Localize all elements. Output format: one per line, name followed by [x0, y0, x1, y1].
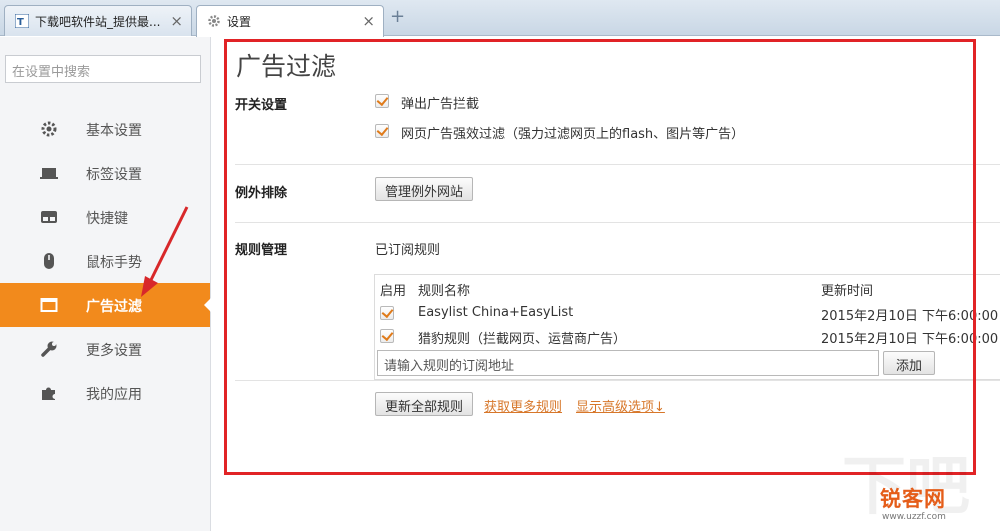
settings-sidebar: 在设置中搜索 基本设置 标签设置 快捷键 鼠标手势 广告过滤 更多设置 我的应用: [0, 37, 211, 531]
tab-site[interactable]: T 下载吧软件站_提供最... ×: [4, 5, 192, 36]
sidebar-item-label: 更多设置: [86, 343, 142, 359]
sidebar-item-label: 广告过滤: [86, 299, 142, 315]
new-tab-button[interactable]: +: [390, 6, 405, 27]
tab-settings[interactable]: 设置 ×: [196, 5, 384, 37]
tab-title: 下载吧软件站_提供最...: [35, 15, 161, 29]
watermark-logo: 锐客网 www.uzzf.com: [876, 483, 994, 527]
tab-strip: T 下载吧软件站_提供最... × 设置 × +: [0, 0, 1000, 37]
puzzle-icon: [42, 387, 55, 400]
wrench-icon: [41, 341, 57, 357]
sidebar-item-label: 标签设置: [86, 167, 142, 183]
watermark-text: 锐客网: [880, 487, 946, 511]
window-icon: [40, 298, 58, 312]
mouse-icon: [44, 253, 54, 269]
sidebar-item-mouse-gestures[interactable]: 鼠标手势: [0, 239, 210, 283]
sidebar-item-label: 基本设置: [86, 123, 142, 139]
close-icon[interactable]: ×: [170, 12, 183, 30]
svg-text:T: T: [17, 17, 24, 28]
tab-icon: [40, 168, 58, 179]
gear-icon: [208, 15, 220, 27]
sidebar-item-my-apps[interactable]: 我的应用: [0, 371, 210, 415]
close-icon[interactable]: ×: [362, 12, 375, 30]
sidebar-item-more[interactable]: 更多设置: [0, 327, 210, 371]
sidebar-item-tabs[interactable]: 标签设置: [0, 151, 210, 195]
gear-icon: [41, 121, 57, 137]
sidebar-item-label: 鼠标手势: [86, 255, 142, 271]
watermark-url: www.uzzf.com: [882, 512, 946, 522]
site-favicon: T: [15, 14, 29, 28]
sidebar-item-ad-filter[interactable]: 广告过滤: [0, 283, 211, 327]
sidebar-item-label: 快捷键: [86, 211, 128, 227]
sidebar-item-label: 我的应用: [86, 387, 142, 403]
sidebar-item-shortcuts[interactable]: 快捷键: [0, 195, 210, 239]
highlight-box: [224, 39, 976, 475]
search-input[interactable]: 在设置中搜索: [5, 55, 201, 83]
tab-title: 设置: [227, 15, 252, 29]
sidebar-item-basic[interactable]: 基本设置: [0, 107, 210, 151]
keyboard-icon: [41, 211, 57, 223]
